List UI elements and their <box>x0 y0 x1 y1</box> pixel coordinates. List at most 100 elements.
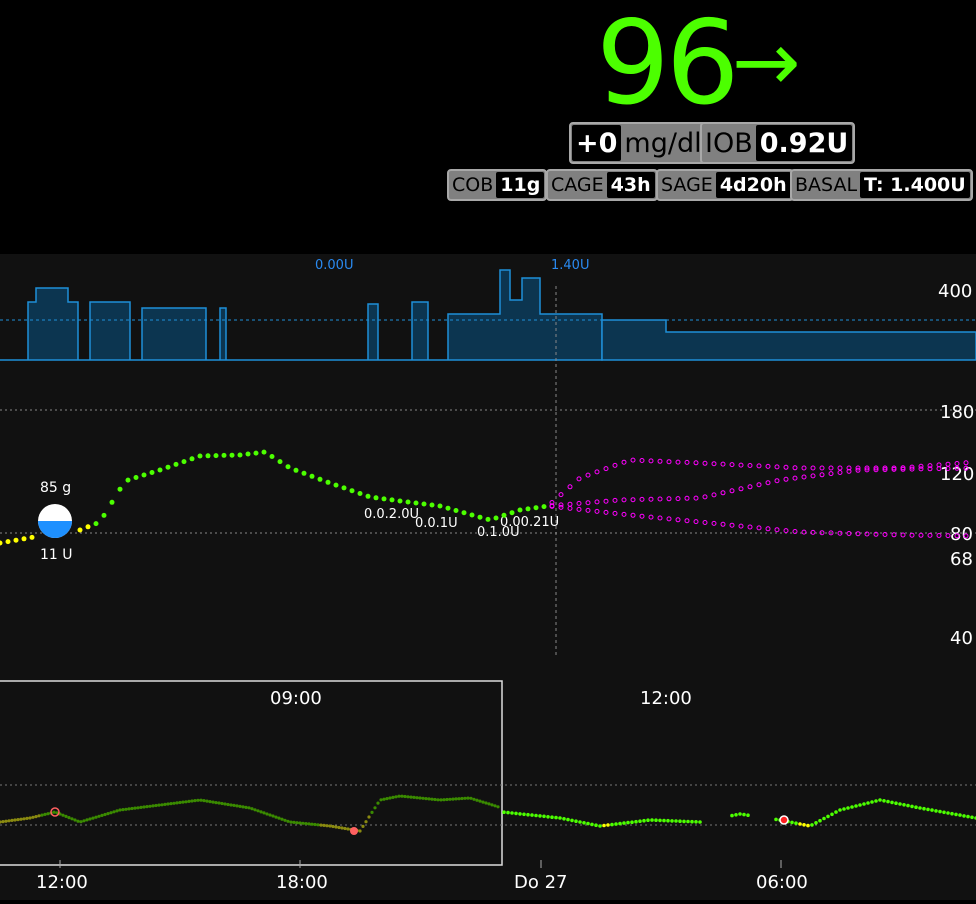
reading-dot <box>184 800 188 804</box>
reading-dot <box>610 822 614 827</box>
reading-dot <box>790 820 794 825</box>
reading-dot <box>316 823 320 827</box>
reading-dot <box>502 810 506 814</box>
reading-dot <box>109 499 115 505</box>
reading-dot <box>229 803 233 807</box>
reading-dot <box>424 797 428 801</box>
reading-dot <box>487 802 491 806</box>
reading-dot <box>603 466 609 472</box>
reading-dot <box>319 823 323 827</box>
reading-dot <box>88 817 92 821</box>
iob-pill[interactable]: IOB 0.92U <box>700 122 856 164</box>
reading-dot <box>293 467 299 473</box>
sage-pill[interactable]: SAGE 4d20h <box>656 169 794 201</box>
reading-dot <box>864 531 870 537</box>
nav-alert-marker[interactable] <box>779 815 789 825</box>
reading-dot <box>936 533 942 538</box>
reading-dot <box>19 817 23 821</box>
axis-strip <box>0 866 976 900</box>
reading-dot <box>702 494 708 500</box>
reading-dot <box>574 819 578 823</box>
glucose-chart[interactable]: 0.00U 1.40U 400 180 120 80 68 40 85 g 11… <box>0 254 976 680</box>
reading-dot <box>403 794 407 799</box>
reading-dot <box>566 817 570 822</box>
reading-dot <box>173 461 179 467</box>
glucose-readings <box>0 449 547 546</box>
reading-dot <box>622 821 626 825</box>
reading-dot <box>858 803 862 807</box>
reading-dot <box>178 800 182 805</box>
reading-dot <box>496 805 500 809</box>
reading-dot <box>666 496 672 502</box>
reading-dot <box>40 813 44 817</box>
reading-dot <box>197 453 203 459</box>
reading-dot <box>484 801 488 805</box>
reading-dot <box>165 464 171 470</box>
reading-dot <box>325 824 329 828</box>
navigator-selection-box[interactable] <box>0 680 503 866</box>
reading-dot <box>341 485 347 491</box>
reading-dot <box>175 801 179 805</box>
reading-dot <box>101 512 107 518</box>
cob-label: COB <box>452 174 494 196</box>
reading-dot <box>413 500 419 506</box>
reading-dot <box>277 816 281 820</box>
reading-dot <box>379 798 383 802</box>
delta-value: +0 <box>572 125 622 161</box>
reading-dot <box>702 460 708 466</box>
reading-dot <box>646 818 650 822</box>
reading-dot <box>285 464 291 470</box>
bolus-label: 0.00.21U <box>500 515 559 530</box>
reading-dot <box>838 808 842 812</box>
reading-dot <box>918 806 922 810</box>
reading-dot <box>693 519 699 525</box>
nav-alert-marker[interactable] <box>350 827 358 835</box>
reading-dot <box>684 459 690 465</box>
reading-dot <box>810 473 816 479</box>
reading-dot <box>614 822 618 826</box>
reading-dot <box>942 810 946 815</box>
reading-dot <box>648 514 654 520</box>
reading-dot <box>567 505 573 511</box>
reading-dot <box>406 795 410 799</box>
y-label-180: 180 <box>940 402 974 423</box>
basal-pill[interactable]: BASAL T: 1.400U <box>790 169 973 201</box>
reading-dot <box>670 819 674 823</box>
reading-dot <box>259 810 263 814</box>
reading-dot <box>385 797 389 801</box>
reading-dot <box>397 794 401 798</box>
timeline-navigator[interactable]: 09:00 12:00 12:00 18:00 Do 27 06:00 <box>0 680 976 900</box>
sage-value: 4d20h <box>715 172 791 198</box>
reading-dot <box>746 813 750 817</box>
reading-dot <box>463 796 467 800</box>
basal-label: BASAL <box>795 174 858 196</box>
reading-dot <box>196 798 200 802</box>
reading-dot <box>141 472 147 478</box>
reading-dot <box>421 501 427 507</box>
reading-dot <box>842 807 846 811</box>
reading-dot <box>922 806 926 811</box>
reading-dot <box>792 475 798 481</box>
reading-dot <box>918 466 924 472</box>
reading-dot <box>166 802 170 806</box>
reading-dot <box>91 816 95 820</box>
reading-dot <box>654 818 658 822</box>
reading-dot <box>594 469 600 475</box>
reading-dot <box>562 817 566 821</box>
reading-dot <box>730 813 734 818</box>
reading-dot <box>232 803 236 808</box>
reading-dot <box>46 812 50 816</box>
cob-pill[interactable]: COB 11g <box>447 169 548 201</box>
reading-dot <box>213 453 219 459</box>
reading-dot <box>343 826 347 831</box>
reading-dot <box>29 534 35 540</box>
reading-dot <box>711 461 717 467</box>
reading-dot <box>4 819 8 823</box>
reading-dot <box>43 812 47 817</box>
navigator-readings <box>0 794 976 833</box>
reading-dot <box>115 809 119 813</box>
reading-dot <box>756 482 762 488</box>
reading-dot <box>77 527 83 533</box>
reading-dot <box>747 463 753 468</box>
cage-pill[interactable]: CAGE 43h <box>546 169 658 201</box>
